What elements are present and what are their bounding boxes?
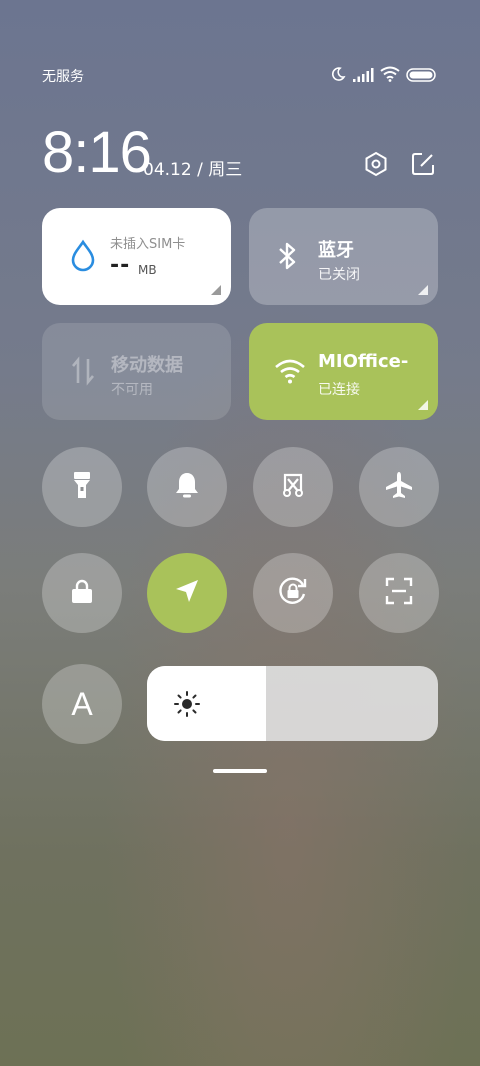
brightness-slider[interactable] [147, 666, 438, 741]
lock-toggle[interactable] [42, 553, 122, 633]
lock-icon [69, 577, 95, 609]
edit-icon[interactable] [409, 150, 437, 178]
wifi-network-name: MIOffice- [318, 351, 409, 372]
data-usage-value: -- [110, 253, 131, 278]
expand-corner-icon [211, 285, 221, 295]
sun-icon [173, 690, 201, 722]
status-icons [330, 66, 436, 86]
data-usage-unit: MB [138, 263, 157, 277]
water-drop-icon [66, 239, 100, 273]
auto-brightness-toggle[interactable]: A [42, 664, 122, 744]
sim-status-label: 未插入SIM卡 [110, 237, 186, 252]
expand-corner-icon [418, 400, 428, 410]
wifi-icon [380, 66, 400, 86]
screenshot-toggle[interactable] [253, 447, 333, 527]
bluetooth-icon [271, 239, 305, 273]
airplane-icon [384, 470, 414, 504]
wifi-icon [273, 354, 307, 388]
wifi-status: 已连接 [318, 382, 360, 398]
location-arrow-icon [173, 577, 201, 609]
rotation-lock-toggle[interactable] [253, 553, 333, 633]
rotation-lock-icon [276, 574, 310, 612]
screenshot-scissors-icon [279, 471, 307, 503]
bell-icon [174, 471, 200, 503]
brightness-fill [147, 666, 267, 741]
carrier-status: 无服务 [42, 69, 84, 85]
bluetooth-tile[interactable]: 蓝牙 已关闭 [249, 208, 438, 305]
wifi-tile[interactable]: MIOffice- 已连接 [249, 323, 438, 420]
scan-icon [384, 576, 414, 610]
mobile-data-status: 不可用 [111, 382, 153, 398]
date-weekday: 04.12 / 周三 [143, 160, 243, 180]
silent-toggle[interactable] [147, 447, 227, 527]
drag-handle[interactable] [213, 769, 267, 773]
mobile-data-title: 移动数据 [111, 355, 183, 376]
moon-icon [330, 66, 346, 86]
flashlight-toggle[interactable] [42, 447, 122, 527]
scanner-toggle[interactable] [359, 553, 439, 633]
settings-icon[interactable] [362, 150, 390, 178]
data-usage-tile[interactable]: 未插入SIM卡 -- MB [42, 208, 231, 305]
airplane-toggle[interactable] [359, 447, 439, 527]
expand-corner-icon [418, 285, 428, 295]
letter-a-icon: A [71, 685, 93, 722]
flashlight-icon [69, 470, 95, 504]
bluetooth-title: 蓝牙 [318, 240, 354, 261]
bluetooth-status: 已关闭 [318, 267, 360, 283]
clock-time: 8:16 [42, 120, 152, 185]
location-toggle[interactable] [147, 553, 227, 633]
signal-icon [352, 67, 374, 86]
mobile-data-icon [66, 354, 100, 388]
mobile-data-tile[interactable]: 移动数据 不可用 [42, 323, 231, 420]
battery-icon [406, 67, 436, 86]
